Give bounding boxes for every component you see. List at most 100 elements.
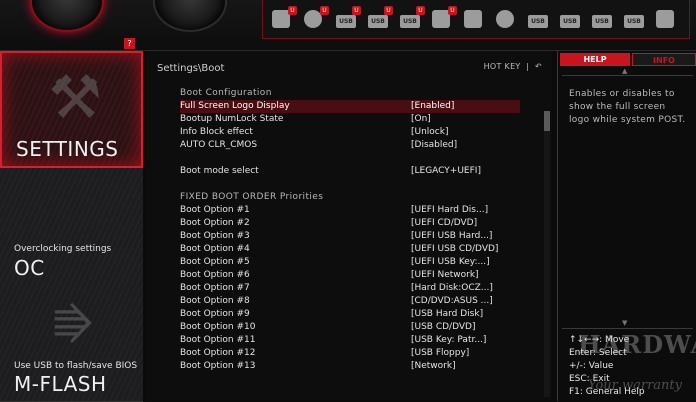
boot-option-row[interactable]: Boot Option #9 [USB Hard Disk] <box>180 308 520 321</box>
uefi-badge-icon: U <box>416 6 425 15</box>
setting-value[interactable]: [Unlock] <box>411 126 448 139</box>
sidebar-item-oc[interactable]: Overclocking settings OC <box>0 168 143 287</box>
boot-device-usb-icon[interactable]: USB U <box>333 6 361 32</box>
setting-label: Boot Option #3 <box>180 231 250 241</box>
boot-option-row[interactable]: Boot Option #7 [Hard Disk:OCZ...] <box>180 282 520 295</box>
setting-value[interactable]: [UEFI USB Hard...] <box>411 230 492 243</box>
setting-value[interactable]: [USB Floppy] <box>411 347 469 360</box>
settings-panel: Settings\Boot HOT KEY | ↶ Boot Configura… <box>147 51 552 401</box>
sidebar-item-settings[interactable]: ⚒ SETTINGS <box>0 51 143 168</box>
xmp-knob[interactable] <box>153 0 227 32</box>
setting-row-full-screen-logo[interactable]: Full Screen Logo Display [Enabled] <box>180 100 520 113</box>
tab-info[interactable]: INFO <box>632 53 696 66</box>
boot-option-row[interactable]: Boot Option #10 [USB CD/DVD] <box>180 321 520 334</box>
setting-value[interactable]: [USB Hard Disk] <box>411 308 483 321</box>
boot-device-network-icon[interactable] <box>653 6 679 32</box>
scrollbar[interactable] <box>544 111 550 397</box>
setting-value[interactable]: [USB Key: Patr...] <box>411 334 486 347</box>
top-bar: ? U U USB U USB U USB U U USB USB USB USB <box>0 0 696 51</box>
boot-device-usb-icon[interactable]: USB <box>621 6 647 32</box>
usb-key-icon: USB <box>400 15 420 28</box>
sidebar-item-m-flash[interactable]: ⭆ Use USB to flash/save BIOS M-FLASH <box>0 286 143 402</box>
boot-device-usb-icon[interactable]: USB <box>557 6 583 32</box>
boot-device-usb-icon[interactable]: USB <box>525 6 551 32</box>
setting-value[interactable]: [CD/DVD:ASUS ...] <box>411 295 493 308</box>
setting-value[interactable]: [LEGACY+UEFI] <box>411 165 481 178</box>
boot-option-row[interactable]: Boot Option #1 [UEFI Hard Dis...] <box>180 204 520 217</box>
setting-label: Boot Option #1 <box>180 205 250 215</box>
uefi-badge-icon: U <box>320 6 329 15</box>
usb-icon: USB <box>368 15 388 28</box>
hotkey-button[interactable]: HOT KEY <box>484 62 521 71</box>
boot-device-disc-icon[interactable] <box>493 6 519 32</box>
boot-device-hdd-icon[interactable]: U <box>269 6 297 32</box>
boot-device-usb-key-icon[interactable]: USB U <box>397 6 425 32</box>
setting-row-info-block[interactable]: Info Block effect [Unlock] <box>180 126 520 139</box>
boot-option-row[interactable]: Boot Option #11 [USB Key: Patr...] <box>180 334 520 347</box>
network-icon <box>656 10 674 28</box>
boot-option-row[interactable]: Boot Option #4 [UEFI USB CD/DVD] <box>180 243 520 256</box>
uefi-badge-icon: U <box>448 6 457 15</box>
boot-option-row[interactable]: Boot Option #2 [UEFI CD/DVD] <box>180 217 520 230</box>
separator: | <box>526 62 530 71</box>
divider <box>562 328 693 329</box>
setting-label: Bootup NumLock State <box>180 114 284 124</box>
usb-key-icon: USB <box>592 15 612 28</box>
tab-help[interactable]: HELP <box>560 53 630 66</box>
setting-label: Boot Option #13 <box>180 361 256 371</box>
boot-option-row[interactable]: Boot Option #12 [USB Floppy] <box>180 347 520 360</box>
chevron-up-icon: ▲ <box>622 67 628 75</box>
game-boost-knob[interactable] <box>30 0 104 32</box>
setting-row-auto-clr-cmos[interactable]: AUTO CLR_CMOS [Disabled] <box>180 139 520 152</box>
setting-value[interactable]: [Network] <box>411 360 456 373</box>
setting-label: Boot Option #9 <box>180 309 250 319</box>
setting-value[interactable]: [On] <box>411 113 431 126</box>
uefi-badge-icon: U <box>352 6 361 15</box>
watermark-slogan: Your warranty <box>588 378 682 393</box>
setting-label: Boot Option #12 <box>180 348 256 358</box>
watermark-logo: HARDWARE <box>578 330 696 359</box>
sidebar-item-caption: Overclocking settings <box>14 244 112 254</box>
scrollbar-thumb[interactable] <box>544 111 550 131</box>
boot-option-row[interactable]: Boot Option #3 [UEFI USB Hard...] <box>180 230 520 243</box>
boot-option-row[interactable]: Boot Option #8 [CD/DVD:ASUS ...] <box>180 295 520 308</box>
setting-value[interactable]: [UEFI USB CD/DVD] <box>411 243 498 256</box>
setting-value[interactable]: [Disabled] <box>411 139 457 152</box>
hdd-icon <box>464 10 482 28</box>
usb-icon: USB <box>336 15 356 28</box>
setting-row-boot-mode[interactable]: Boot mode select [LEGACY+UEFI] <box>180 165 520 178</box>
setting-label: Boot mode select <box>180 166 259 176</box>
setting-label: Boot Option #4 <box>180 244 250 254</box>
boot-device-usb-key-icon[interactable]: USB <box>589 6 615 32</box>
help-icon[interactable]: ? <box>124 38 135 49</box>
setting-label: Boot Option #8 <box>180 296 250 306</box>
sidebar-item-label: SETTINGS <box>16 137 119 161</box>
section-header: FIXED BOOT ORDER Priorities <box>180 192 324 202</box>
setting-label: Boot Option #11 <box>180 335 256 345</box>
setting-value[interactable]: [UEFI CD/DVD] <box>411 217 477 230</box>
setting-label: Info Block effect <box>180 127 253 137</box>
key-hint: +/-: Value <box>569 361 614 371</box>
boot-device-network-icon[interactable]: U <box>429 6 457 32</box>
setting-value[interactable]: [Enabled] <box>411 100 454 113</box>
boot-device-usb-icon[interactable]: USB U <box>365 6 393 32</box>
setting-label: Boot Option #5 <box>180 257 250 267</box>
setting-value[interactable]: [USB CD/DVD] <box>411 321 475 334</box>
setting-value[interactable]: [UEFI Network] <box>411 269 479 282</box>
setting-row-numlock[interactable]: Bootup NumLock State [On] <box>180 113 520 126</box>
boot-option-row[interactable]: Boot Option #5 [UEFI USB Key:...] <box>180 256 520 269</box>
setting-label: Boot Option #6 <box>180 270 250 280</box>
boot-device-priority-bar: U U USB U USB U USB U U USB USB USB USB <box>262 0 690 39</box>
back-icon[interactable]: ↶ <box>535 62 542 71</box>
setting-value[interactable]: [UEFI Hard Dis...] <box>411 204 488 217</box>
setting-value[interactable]: [Hard Disk:OCZ...] <box>411 282 493 295</box>
divider <box>562 75 693 76</box>
boot-device-hdd-icon[interactable] <box>461 6 487 32</box>
boot-option-row[interactable]: Boot Option #6 [UEFI Network] <box>180 269 520 282</box>
sidebar-item-label: OC <box>14 256 45 280</box>
boot-option-row[interactable]: Boot Option #13 [Network] <box>180 360 520 373</box>
setting-value[interactable]: [UEFI USB Key:...] <box>411 256 490 269</box>
uefi-badge-icon: U <box>288 6 297 15</box>
boot-device-disc-icon[interactable]: U <box>301 6 329 32</box>
setting-label: Boot Option #7 <box>180 283 250 293</box>
